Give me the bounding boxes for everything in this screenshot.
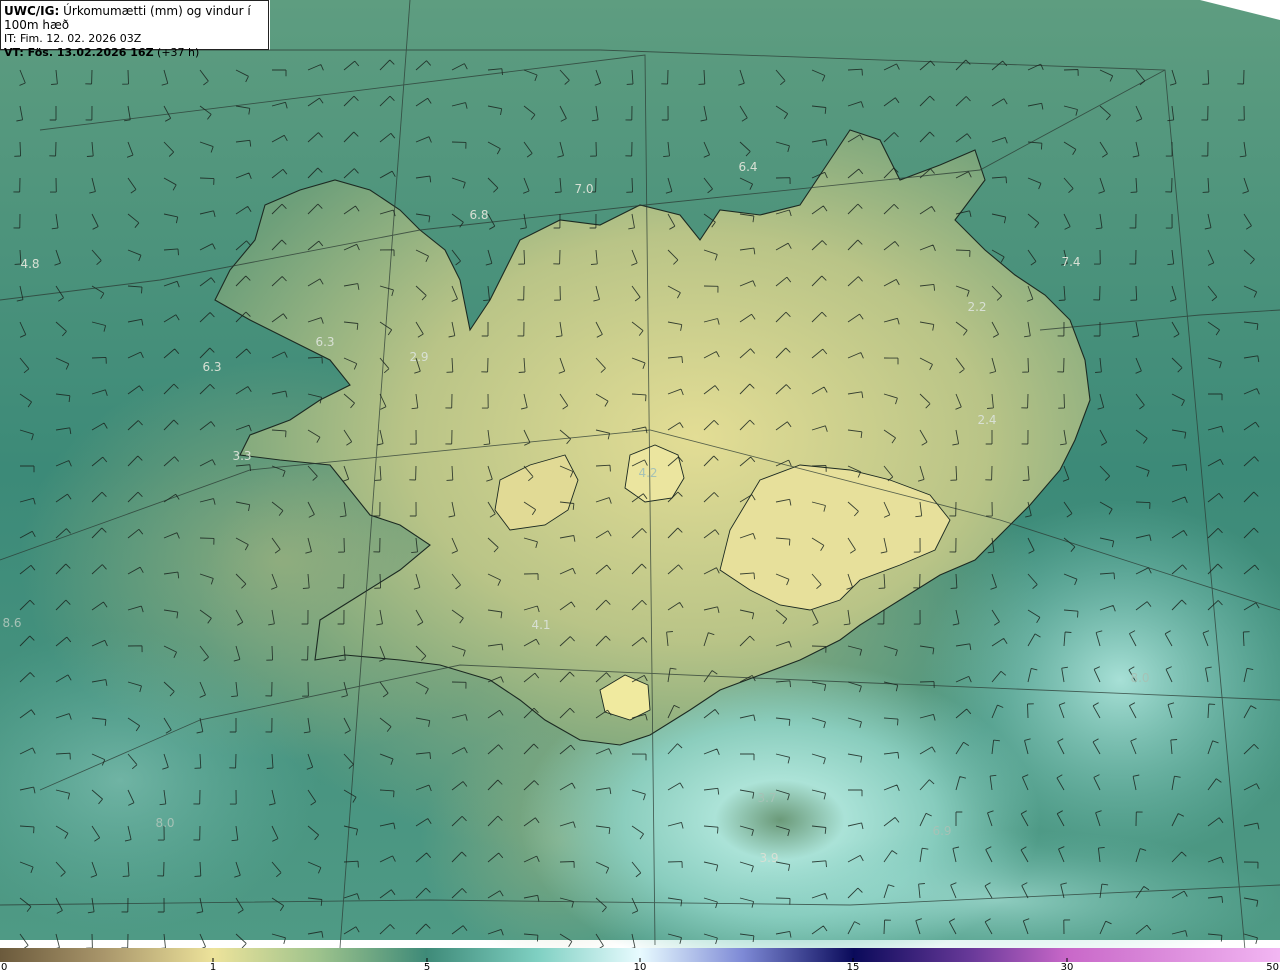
colorbar-tick: 50 [1266,962,1279,973]
map-value-label: 3.7 [757,791,777,805]
map-value-label: 6.3 [202,360,222,374]
map-value-label: 4.1 [531,618,551,632]
map-value-label: 8.0 [155,816,175,830]
map-value-label: 6.4 [738,160,758,174]
colorbar-tick: 1 [209,962,217,973]
map-title-box: UWC/IG: Úrkomumætti (mm) og vindur í 100… [0,0,269,59]
map-value-label: 7.0 [574,182,594,196]
map-value-label: 2.9 [409,350,429,364]
map-value-label: 4.8 [20,257,40,271]
colorbar-tick: 30 [1060,962,1074,973]
product-code: UWC/IG: [4,4,60,18]
colorbar-tick: 10 [633,962,647,973]
map-value-label: 8.0 [1130,671,1150,685]
map-value-label: 6.3 [315,335,335,349]
map-value-label: 6.8 [469,208,489,222]
map-value-label: 8.6 [2,616,22,630]
precipitation-colorbar [0,948,1280,962]
valid-time: Fös. 13.02.2026 16Z [23,46,154,59]
map-value-label: 3.9 [759,851,779,865]
colorbar-tick: 5 [423,962,431,973]
init-time: IT: Fim. 12. 02. 2026 03Z [4,32,142,45]
colorbar-tick: 15 [846,962,860,973]
map-value-label: 2.2 [967,300,987,314]
valid-prefix: VT: [4,46,24,59]
map-value-label: 7.4 [1061,255,1081,269]
map-value-label: 4.2 [638,466,658,480]
map-value-label: 3.3 [232,449,252,463]
lead-time: (+37 h) [153,46,200,59]
map-value-label: 6.9 [932,824,952,838]
map-value-label: 2.4 [977,413,997,427]
colorbar-tick: 0 [1,962,8,973]
